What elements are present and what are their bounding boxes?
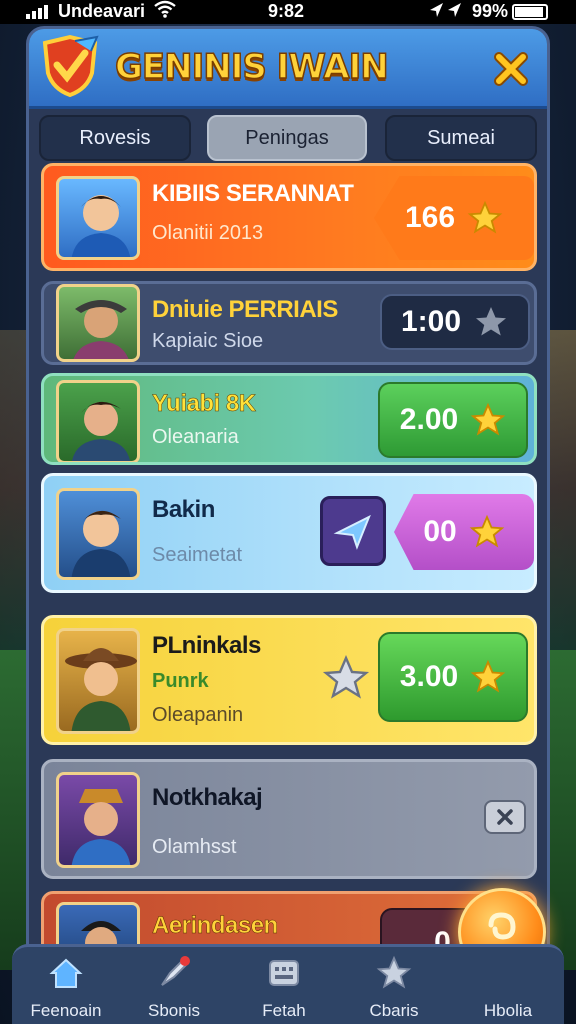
avatar [56,284,140,362]
avatar [56,380,140,462]
score-pill: 166 [374,176,534,260]
list-item[interactable]: Dniuie PERRIAIS Kapiaic Sioe 1:00 [41,281,537,365]
main-panel: GENINIS IWAIN Rovesis Peningas Sumeai KI… [26,26,550,1024]
nav-label: Hbolia [483,1001,533,1020]
player-name: Notkhakaj [152,784,263,811]
paper-plane-icon [333,514,371,550]
star-icon [469,514,505,548]
bottom-nav: Feenoain Sbonis Fetah Cbaris Hbolia [12,944,564,1024]
star-icon [470,659,506,693]
player-subtitle: Oleanaria [152,426,239,448]
score-value: 3.00 [399,660,459,693]
nav-sbonis[interactable]: Sbonis [124,947,224,1024]
nav-cbaris[interactable]: Cbaris [344,947,444,1024]
favorite-star-icon[interactable] [322,654,370,702]
status-bar: Undeavari 9:82 99% [0,0,576,24]
boost-button[interactable] [320,496,386,566]
nav-label: Sbonis [148,1001,200,1020]
close-icon [497,809,513,825]
list-item[interactable]: KIBIIS SERANNAT Olanitii 2013 166 [41,163,537,271]
score-pill: 1:00 [380,294,530,350]
player-name: Bakin [152,496,215,523]
score-value: 2.00 [399,403,459,436]
battery-percent: 99% [472,1,509,21]
nav-label: Fetah [262,1001,306,1020]
score-pill: 2.00 [378,382,528,458]
score-value: 1:00 [400,305,462,338]
avatar [56,176,140,260]
score-value: 00 [423,515,457,548]
home-icon [49,958,83,988]
player-name: Yuiabi 8K [152,390,257,418]
rocket-icon [161,956,190,986]
score-value: 166 [404,201,456,234]
avatar [56,772,140,868]
nav-home[interactable]: Feenoain [16,947,116,1024]
carrier-name: Undeavari [58,1,146,21]
remove-button[interactable] [484,800,526,834]
list-item[interactable]: Yuiabi 8K Oleanaria 2.00 [41,373,537,465]
score-pill: 3.00 [378,632,528,722]
keyboard-icon [269,960,299,986]
nav-label: Feenoain [30,1001,102,1020]
list-item[interactable]: Notkhakaj Olamhsst [41,759,537,879]
avatar [56,488,140,580]
battery-icon [512,4,548,20]
player-list: KIBIIS SERANNAT Olanitii 2013 166 Dniuie… [29,29,547,1021]
signal-icon [26,5,48,19]
player-subtitle: Oleapanin [152,704,244,726]
player-subtitle: Olanitii 2013 [152,222,264,244]
score-pill: 00 [394,494,534,570]
star-icon [376,955,412,989]
location-icon [428,1,464,24]
player-name: Aerindasen [152,912,279,940]
star-icon [470,402,506,436]
clock: 9:82 [268,1,305,21]
list-item[interactable]: Bakin Seaimetat 00 [41,473,537,593]
nav-fetah[interactable]: Fetah [234,947,334,1024]
player-name: PLninkals [152,632,261,659]
player-tag: Punrk [152,670,209,692]
player-name: Dniuie PERRIAIS [152,296,338,323]
wifi-icon [154,0,176,23]
nav-hbolia[interactable]: Hbolia [458,947,558,1024]
player-subtitle: Olamhsst [152,836,237,858]
star-icon [476,307,507,336]
nav-label: Cbaris [369,1001,419,1020]
star-icon [467,200,503,234]
player-name: KIBIIS SERANNAT [152,180,354,207]
list-item[interactable]: PLninkals Punrk Oleapanin 3.00 [41,615,537,745]
avatar [56,628,140,734]
player-subtitle: Kapiaic Sioe [152,330,264,352]
player-subtitle: Seaimetat [152,544,243,566]
